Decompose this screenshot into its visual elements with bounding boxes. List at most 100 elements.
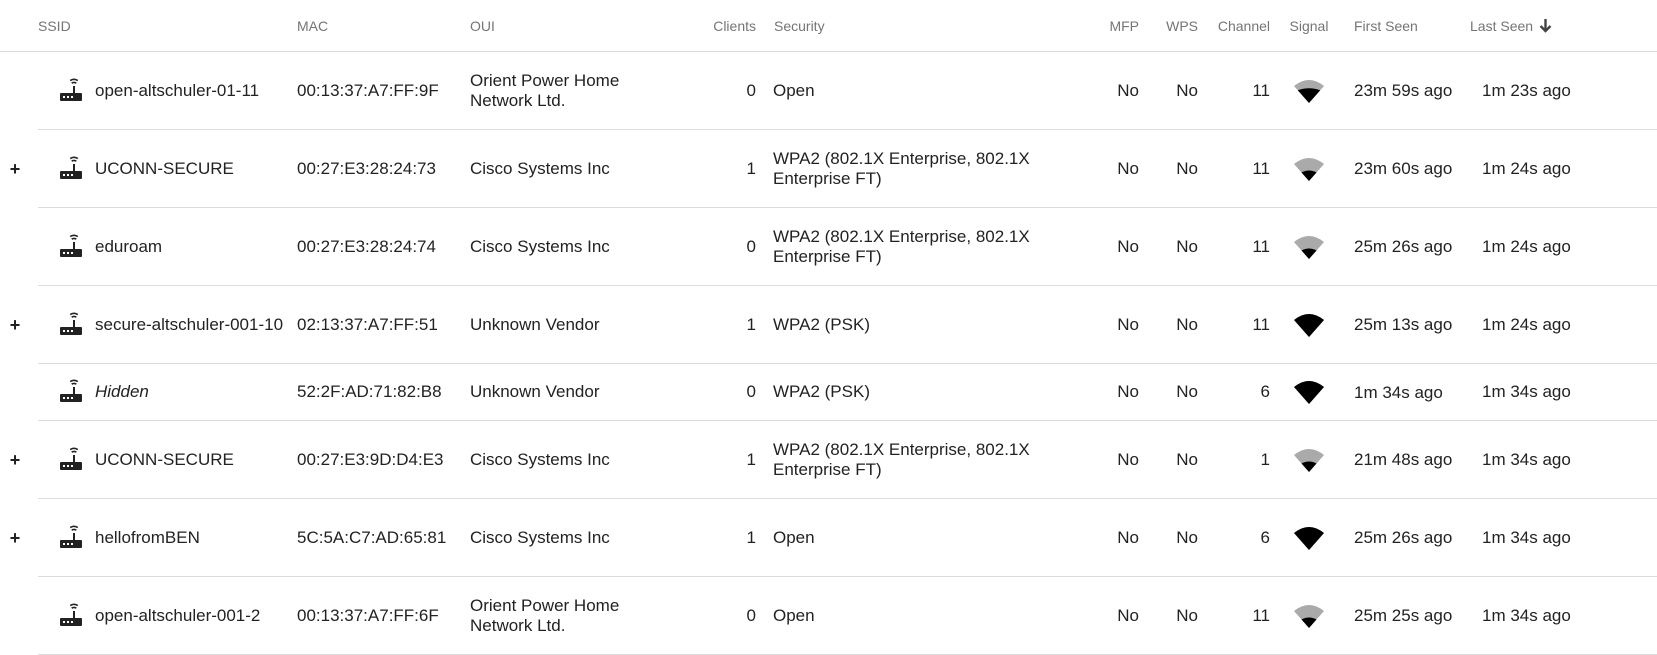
first-seen-value: 1m 34s ago bbox=[1354, 382, 1443, 402]
mac-cell: 5C:5A:C7:AD:65:81 bbox=[297, 498, 470, 577]
oui-cell: Cisco Systems Inc bbox=[470, 129, 658, 208]
clients-value: 1 bbox=[746, 527, 756, 547]
clients-value: 1 bbox=[746, 158, 756, 178]
clients-cell: 1 bbox=[658, 420, 756, 499]
oui-value: Cisco Systems Inc bbox=[470, 158, 610, 178]
access-point-icon bbox=[60, 234, 82, 257]
first-seen-value: 25m 26s ago bbox=[1354, 528, 1453, 547]
channel-cell: 6 bbox=[1198, 363, 1270, 421]
mac-value: 00:27:E3:28:24:73 bbox=[297, 158, 436, 178]
security-value: Open bbox=[773, 527, 815, 547]
table-row[interactable]: Hidden 52:2F:AD:71:82:B8 Unknown Vendor … bbox=[0, 363, 1657, 421]
table-row[interactable]: + UCONN-SECURE 00:27:E3:28:24:73 Cisco S… bbox=[0, 129, 1657, 208]
table-row[interactable]: + hellofromBEN 5C:5A:C7:AD:65:81 Cisco S… bbox=[0, 498, 1657, 577]
mfp-value: No bbox=[1117, 449, 1139, 469]
oui-value: Unknown Vendor bbox=[470, 382, 600, 401]
column-header-signal[interactable]: Signal bbox=[1270, 0, 1348, 52]
expand-row-button[interactable]: + bbox=[0, 450, 30, 470]
channel-value: 6 bbox=[1260, 382, 1270, 401]
wps-value: No bbox=[1176, 314, 1198, 334]
last-seen-cell: 1m 24s ago bbox=[1465, 207, 1657, 286]
table-row[interactable]: eduroam 00:27:E3:28:24:74 Cisco Systems … bbox=[0, 207, 1657, 286]
last-seen-value: 1m 24s ago bbox=[1482, 236, 1571, 256]
first-seen-cell: 1m 34s ago bbox=[1348, 363, 1465, 421]
channel-value: 1 bbox=[1260, 449, 1270, 469]
column-header-ssid[interactable]: SSID bbox=[38, 0, 297, 52]
clients-cell: 0 bbox=[658, 576, 756, 655]
ssid-cell: open-altschuler-01-11 bbox=[38, 51, 297, 130]
access-point-icon bbox=[60, 78, 82, 101]
sort-descending-arrow-icon[interactable] bbox=[1539, 18, 1552, 33]
expand-row-button[interactable]: + bbox=[0, 528, 30, 548]
access-point-icon bbox=[60, 447, 82, 470]
mfp-cell: No bbox=[1086, 285, 1139, 364]
channel-value: 6 bbox=[1260, 527, 1270, 547]
security-value: Open bbox=[773, 80, 815, 100]
first-seen-cell: 25m 26s ago bbox=[1348, 498, 1465, 577]
column-header-first-seen[interactable]: First Seen bbox=[1348, 0, 1465, 52]
ssid-cell: Hidden bbox=[38, 363, 297, 421]
security-cell: WPA2 (802.1X Enterprise, 802.1X Enterpri… bbox=[756, 420, 1086, 499]
expand-cell: + bbox=[0, 499, 38, 577]
signal-cell bbox=[1270, 420, 1348, 499]
first-seen-value: 25m 13s ago bbox=[1354, 315, 1453, 334]
clients-cell: 0 bbox=[658, 51, 756, 130]
channel-cell: 1 bbox=[1198, 420, 1270, 499]
column-header-mfp[interactable]: MFP bbox=[1086, 0, 1139, 52]
ssid-label: UCONN-SECURE bbox=[95, 449, 234, 469]
ssid-label: open-altschuler-01-11 bbox=[95, 80, 260, 100]
table-row[interactable]: open-altschuler-01-11 00:13:37:A7:FF:9F … bbox=[0, 51, 1657, 130]
mac-cell: 02:13:37:A7:FF:51 bbox=[297, 285, 470, 364]
column-header-clients[interactable]: Clients bbox=[658, 0, 756, 52]
security-value: WPA2 (PSK) bbox=[773, 382, 870, 401]
signal-cell bbox=[1270, 285, 1348, 364]
expand-row-button[interactable]: + bbox=[0, 315, 30, 335]
mfp-value: No bbox=[1117, 314, 1139, 334]
mfp-cell: No bbox=[1086, 498, 1139, 577]
last-seen-cell: 1m 24s ago bbox=[1465, 285, 1657, 364]
security-cell: WPA2 (PSK) bbox=[756, 363, 1086, 421]
column-header-oui[interactable]: OUI bbox=[470, 0, 658, 52]
wps-value: No bbox=[1176, 382, 1198, 401]
clients-cell: 1 bbox=[658, 498, 756, 577]
mfp-value: No bbox=[1117, 236, 1139, 256]
expand-cell bbox=[0, 577, 38, 655]
column-header-wps[interactable]: WPS bbox=[1139, 0, 1198, 52]
column-header-last-seen[interactable]: Last Seen bbox=[1465, 0, 1657, 52]
column-header-label: MFP bbox=[1109, 17, 1139, 34]
column-header-mac[interactable]: MAC bbox=[297, 0, 470, 52]
access-point-icon bbox=[60, 525, 82, 548]
mac-cell: 00:27:E3:28:24:74 bbox=[297, 207, 470, 286]
oui-cell: Cisco Systems Inc bbox=[470, 498, 658, 577]
last-seen-cell: 1m 34s ago bbox=[1465, 498, 1657, 577]
expand-column-header bbox=[0, 0, 38, 52]
oui-value: Cisco Systems Inc bbox=[470, 527, 610, 547]
expand-row-button[interactable]: + bbox=[0, 159, 30, 179]
column-header-security[interactable]: Security bbox=[756, 0, 1086, 52]
clients-value: 0 bbox=[746, 80, 756, 100]
first-seen-value: 23m 59s ago bbox=[1354, 81, 1453, 100]
security-cell: WPA2 (802.1X Enterprise, 802.1X Enterpri… bbox=[756, 129, 1086, 208]
mac-cell: 00:27:E3:9D:D4:E3 bbox=[297, 420, 470, 499]
column-header-channel[interactable]: Channel bbox=[1198, 0, 1270, 52]
column-header-label: Last Seen bbox=[1470, 17, 1534, 34]
last-seen-cell: 1m 34s ago bbox=[1465, 363, 1657, 421]
last-seen-cell: 1m 34s ago bbox=[1465, 576, 1657, 655]
table-row[interactable]: + UCONN-SECURE 00:27:E3:9D:D4:E3 Cisco S… bbox=[0, 420, 1657, 499]
oui-cell: Orient Power Home Network Ltd. bbox=[470, 51, 658, 130]
access-point-icon bbox=[60, 603, 82, 626]
ssid-cell: open-altschuler-001-2 bbox=[38, 576, 297, 655]
security-cell: Open bbox=[756, 576, 1086, 655]
mac-value: 00:13:37:A7:FF:9F bbox=[297, 80, 439, 100]
table-row[interactable]: + secure-altschuler-001-10 02:13:37:A7:F… bbox=[0, 285, 1657, 364]
column-header-label: Security bbox=[774, 17, 825, 34]
table-row[interactable]: open-altschuler-001-2 00:13:37:A7:FF:6F … bbox=[0, 576, 1657, 655]
oui-value: Cisco Systems Inc bbox=[470, 449, 610, 469]
oui-cell: Cisco Systems Inc bbox=[470, 207, 658, 286]
security-cell: WPA2 (802.1X Enterprise, 802.1X Enterpri… bbox=[756, 207, 1086, 286]
channel-value: 11 bbox=[1252, 80, 1270, 100]
table-header-row: SSID MAC OUI Clients Security MFP WPS Ch… bbox=[0, 0, 1657, 52]
oui-value: Orient Power Home Network Ltd. bbox=[470, 70, 620, 110]
oui-cell: Unknown Vendor bbox=[470, 285, 658, 364]
mfp-value: No bbox=[1117, 80, 1139, 100]
